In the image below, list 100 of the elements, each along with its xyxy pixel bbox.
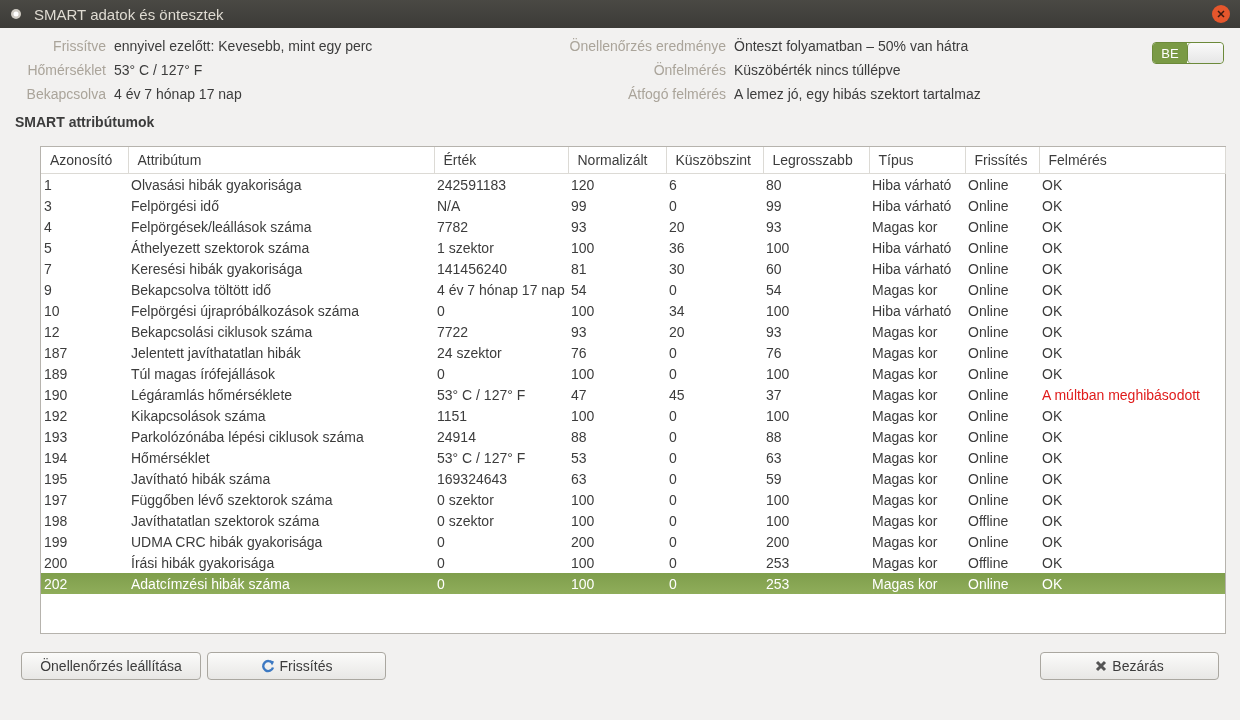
- table-cell-text: Offline: [967, 511, 1010, 531]
- table-cell-text: Online: [967, 280, 1010, 300]
- table-cell-text: 0: [668, 532, 678, 552]
- table-cell: Írási hibák gyakorisága: [128, 552, 434, 573]
- table-cell-text: 100: [570, 490, 596, 510]
- table-row[interactable]: 199 UDMA CRC hibák gyakorisága 0 200 0 200 Magas kor Online OK: [41, 531, 1225, 552]
- table-cell-text: 100: [570, 238, 596, 258]
- table-cell-text: 37: [765, 385, 783, 405]
- table-cell-text: 10: [43, 301, 61, 321]
- button[interactable]: Bezárás: [1040, 652, 1219, 680]
- table-cell-text: Felpörgések/leállások száma: [130, 217, 313, 237]
- table-cell-text: 63: [570, 469, 588, 489]
- column-header[interactable]: Frissítés: [965, 147, 1039, 174]
- table-cell: Online: [965, 573, 1039, 594]
- table-cell-text: 1151: [436, 406, 469, 426]
- table-cell-text: 193: [43, 427, 69, 447]
- column-header[interactable]: Típus: [869, 147, 965, 174]
- info-value: 53° C / 127° F: [114, 62, 204, 78]
- table-row[interactable]: 5 Áthelyezett szektorok száma 1 szektor 100 36 100 Hiba várható Online OK: [41, 237, 1225, 258]
- table-cell-text: Online: [967, 343, 1010, 363]
- table-cell: 6: [666, 173, 763, 195]
- button[interactable]: Önellenőrzés leállítása: [21, 652, 201, 680]
- table-cell-text: OK: [1041, 469, 1064, 489]
- table-row[interactable]: 197 Függőben lévő szektorok száma 0 szektor 100 0 100 Magas kor Online OK: [41, 489, 1225, 510]
- info-value: 4 év 7 hónap 17 nap: [114, 86, 243, 102]
- table-cell-text: Bekapcsolva töltött idő: [130, 280, 273, 300]
- table-cell-text: Online: [967, 364, 1010, 384]
- table-cell-text: 192: [43, 406, 69, 426]
- table-cell: 80: [763, 173, 869, 195]
- table-cell-text: 0: [436, 364, 446, 384]
- table-cell-text: 0: [668, 280, 678, 300]
- close-icon: [1217, 10, 1225, 18]
- table-cell-text: OK: [1041, 238, 1064, 258]
- table-row[interactable]: 187 Jelentett javíthatatlan hibák 24 szektor 76 0 76 Magas kor Online OK: [41, 342, 1225, 363]
- table-cell-text: Online: [967, 406, 1010, 426]
- table-cell: Adatcímzési hibák száma: [128, 573, 434, 594]
- table-row[interactable]: 9 Bekapcsolva töltött idő 4 év 7 hónap 17 nap 54 0 54 Magas kor Online OK: [41, 279, 1225, 300]
- table-row[interactable]: 193 Parkolózónába lépési ciklusok száma 24914 88 0 88 Magas kor Online OK: [41, 426, 1225, 447]
- table-row[interactable]: 195 Javítható hibák száma 169324643 63 0 59 Magas kor Online OK: [41, 468, 1225, 489]
- table-cell: 100: [568, 552, 666, 573]
- info-value: A lemez jó, egy hibás szektort tartalmaz: [734, 86, 982, 102]
- table-cell-text: OK: [1041, 427, 1064, 447]
- table-cell-text: 0: [668, 469, 678, 489]
- column-header[interactable]: Legrosszabb: [763, 147, 869, 174]
- info-label: Önfelmérés: [652, 62, 726, 78]
- table-row[interactable]: 12 Bekapcsolási ciklusok száma 7722 93 20 93 Magas kor Online OK: [41, 321, 1225, 342]
- table-row[interactable]: 198 Javíthatatlan szektorok száma 0 szektor 100 0 100 Magas kor Offline OK: [41, 510, 1225, 531]
- table-row[interactable]: 200 Írási hibák gyakorisága 0 100 0 253 Magas kor Offline OK: [41, 552, 1225, 573]
- table-row[interactable]: 190 Légáramlás hőmérséklete 53° C / 127° F 47 45 37 Magas kor Online A múltban meghibásodott: [41, 384, 1225, 405]
- column-header[interactable]: Normalizált: [568, 147, 666, 174]
- table-cell-text: 4: [43, 217, 53, 237]
- table-cell: Magas kor: [869, 573, 965, 594]
- table-row[interactable]: 1 Olvasási hibák gyakorisága 242591183 120 6 80 Hiba várható Online OK: [41, 173, 1225, 195]
- close-icon: [1095, 660, 1108, 672]
- table-cell-text: OK: [1041, 490, 1064, 510]
- table-cell-text: UDMA CRC hibák gyakorisága: [130, 532, 324, 552]
- table-cell: 242591183: [434, 173, 568, 195]
- column-header[interactable]: Azonosító: [41, 147, 128, 174]
- table-cell: 200: [41, 552, 128, 573]
- table-cell-text: 100: [765, 406, 791, 426]
- table-cell-text: 0: [668, 448, 678, 468]
- table-cell-text: 200: [570, 532, 596, 552]
- table-cell-text: 20: [668, 217, 686, 237]
- table-cell-text: 190: [43, 385, 69, 405]
- table-cell: 0: [666, 573, 763, 594]
- table-row[interactable]: 4 Felpörgések/leállások száma 7782 93 20 93 Magas kor Online OK: [41, 216, 1225, 237]
- column-header[interactable]: Felmérés: [1039, 147, 1225, 174]
- column-header[interactable]: Érték: [434, 147, 568, 174]
- info-label: Bekapcsolva: [25, 86, 106, 102]
- table-cell-text: 47: [570, 385, 588, 405]
- table-cell: Magas kor: [869, 552, 965, 573]
- table-cell: OK: [1039, 552, 1225, 573]
- table-row[interactable]: 3 Felpörgési idő N/A 99 0 99 Hiba várható Online OK: [41, 195, 1225, 216]
- table-cell-text: 24914: [436, 427, 477, 447]
- table-cell-text: OK: [1041, 532, 1064, 552]
- table-cell: 0: [434, 573, 568, 594]
- table-cell-text: 0: [668, 406, 678, 426]
- table-cell-text: 200: [765, 532, 791, 552]
- close-button[interactable]: [1212, 5, 1230, 23]
- table-cell-text: 99: [570, 196, 588, 216]
- table-row[interactable]: 10 Felpörgési újrapróbálkozások száma 0 100 34 100 Hiba várható Online OK: [41, 300, 1225, 321]
- button[interactable]: Frissítés: [207, 652, 386, 680]
- table-cell: Online: [965, 173, 1039, 195]
- table-row[interactable]: 189 Túl magas írófejállások 0 100 0 100 Magas kor Online OK: [41, 363, 1225, 384]
- table-cell-text: Parkolózónába lépési ciklusok száma: [130, 427, 365, 447]
- table-cell: 202: [41, 573, 128, 594]
- table-cell-text: 141456240: [436, 259, 509, 279]
- table-row[interactable]: 194 Hőmérséklet 53° C / 127° F 53 0 63 Magas kor Online OK: [41, 447, 1225, 468]
- info-label: Hőmérséklet: [26, 62, 106, 78]
- table-cell-text: OK: [1041, 322, 1064, 342]
- column-header[interactable]: Attribútum: [128, 147, 434, 174]
- column-header[interactable]: Küszöbszint: [666, 147, 763, 174]
- table-row[interactable]: 192 Kikapcsolások száma 1151 100 0 100 Magas kor Online OK: [41, 405, 1225, 426]
- table-cell-text: Magas kor: [871, 469, 939, 489]
- table-cell-text: 0: [668, 196, 678, 216]
- table-cell-text: Magas kor: [871, 343, 939, 363]
- table-cell-text: 7722: [436, 322, 470, 342]
- table-row[interactable]: 7 Keresési hibák gyakorisága 141456240 81 30 60 Hiba várható Online OK: [41, 258, 1225, 279]
- table-cell: 253: [763, 552, 869, 573]
- table-cell-text: 53° C / 127° F: [436, 448, 527, 468]
